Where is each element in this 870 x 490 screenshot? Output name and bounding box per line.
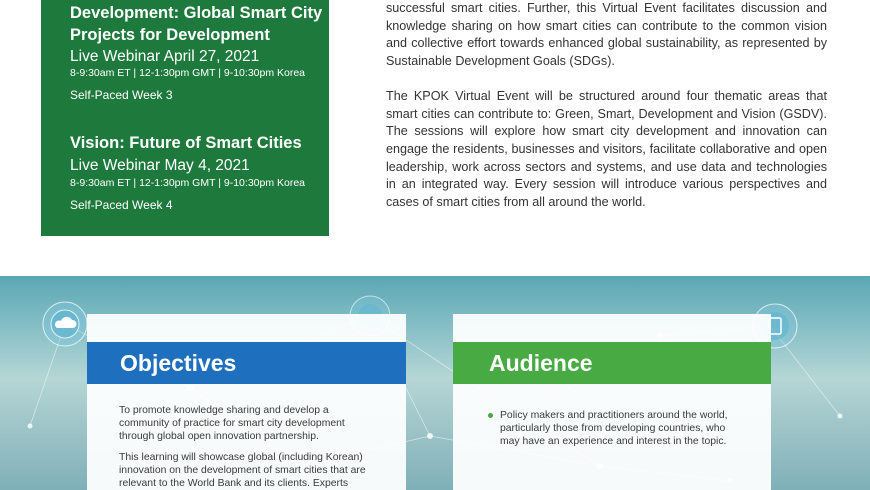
audience-card <box>453 314 771 490</box>
description-paragraph: successful smart cities. Further, this V… <box>386 1 827 69</box>
top-section: Development: Global Smart City Projects … <box>0 0 870 276</box>
bullet-icon <box>488 413 493 418</box>
objectives-text: To promote knowledge sharing and develop… <box>119 404 369 490</box>
audience-bullet: Policy makers and practitioners around t… <box>500 410 728 448</box>
objectives-heading: Objectives <box>87 342 406 384</box>
objectives-paragraph: This learning will showcase global (incl… <box>119 451 366 490</box>
event-description: successful smart cities. Further, this V… <box>386 0 827 212</box>
live-webinar-date: Live Webinar May 4, 2021 <box>70 157 250 174</box>
live-webinar-date: Live Webinar April 27, 2021 <box>70 48 260 65</box>
session-title-vision: Vision: Future of Smart Cities <box>70 134 302 152</box>
audience-text: Policy makers and practitioners around t… <box>500 409 745 449</box>
description-paragraph: The KPOK Virtual Event will be structure… <box>386 88 827 210</box>
self-paced-week: Self-Paced Week 4 <box>70 198 173 212</box>
session-times: 8-9:30am ET | 12-1:30pm GMT | 9-10:30pm … <box>70 67 306 79</box>
objectives-paragraph: To promote knowledge sharing and develop… <box>119 405 345 443</box>
schedule-box: Development: Global Smart City Projects … <box>41 0 329 236</box>
session-title-development: Development: Global Smart City Projects … <box>70 4 323 44</box>
session-times: 8-9:30am ET | 12-1:30pm GMT | 9-10:30pm … <box>70 177 306 189</box>
audience-heading: Audience <box>453 342 771 384</box>
cloud-icon <box>42 301 88 347</box>
self-paced-week: Self-Paced Week 3 <box>70 88 173 102</box>
